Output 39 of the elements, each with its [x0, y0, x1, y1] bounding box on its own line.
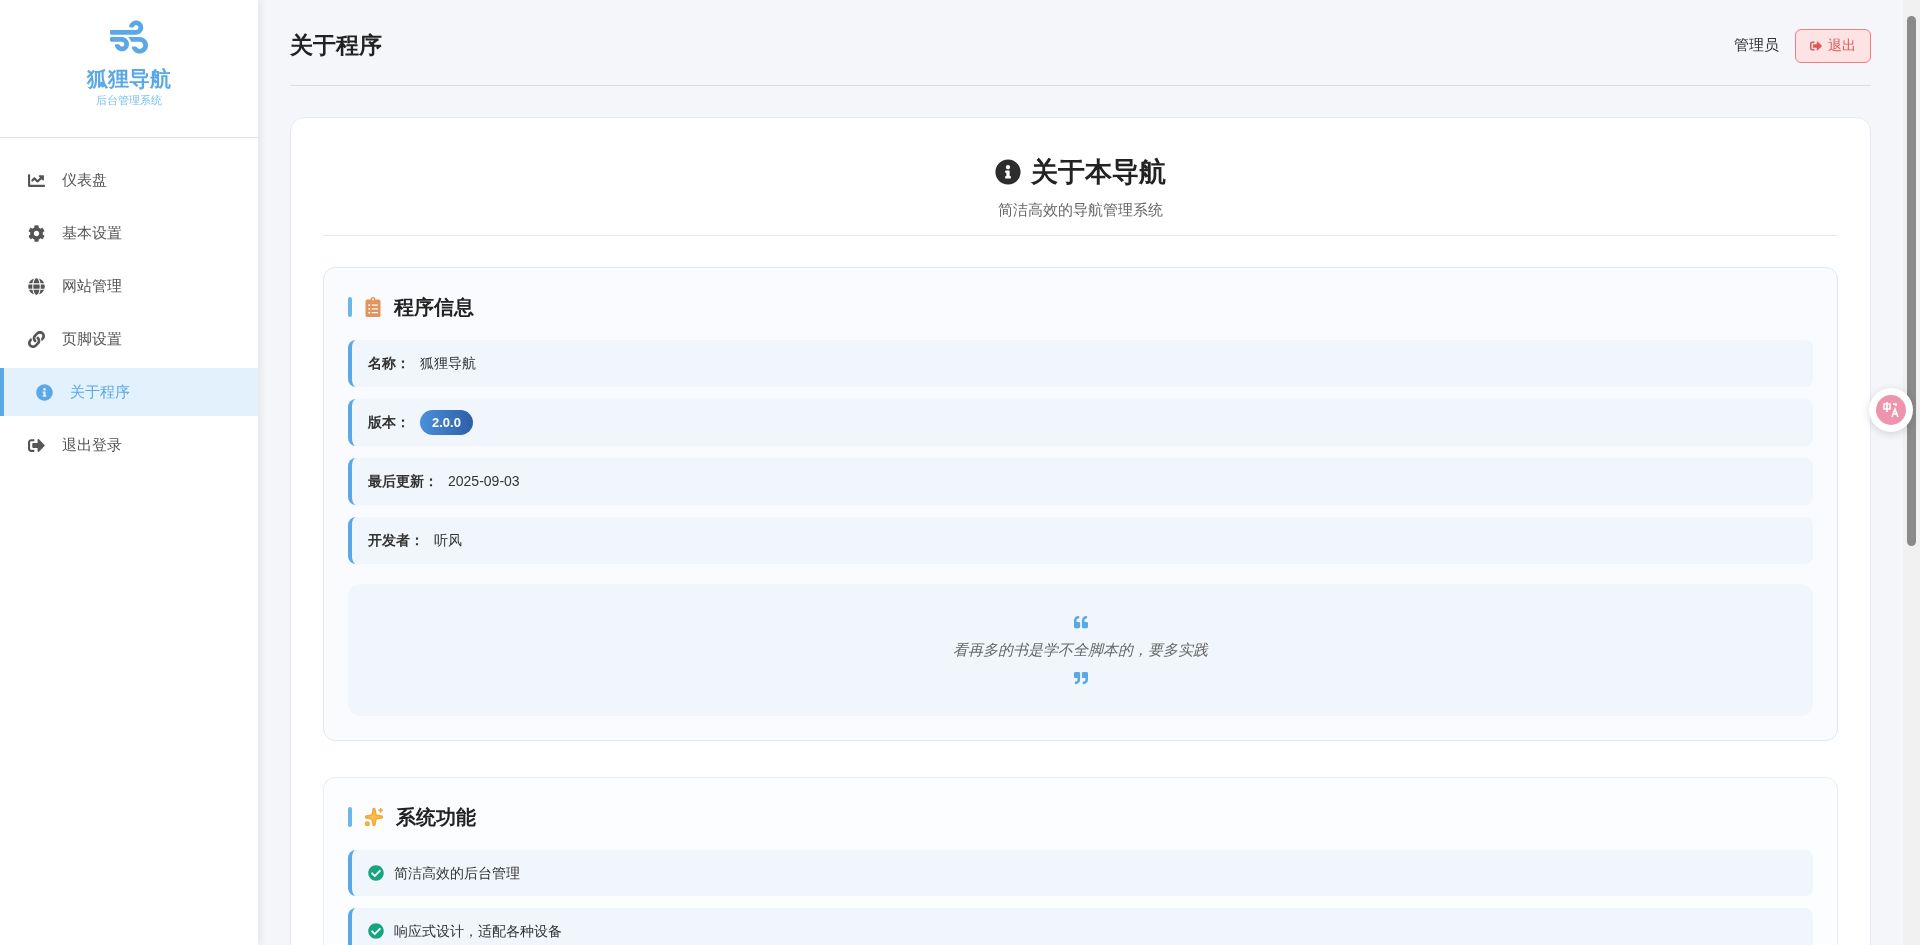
wind-logo-icon	[110, 18, 148, 56]
info-value: 2025-09-03	[448, 472, 520, 491]
quote-close-icon	[1073, 671, 1088, 686]
brand-subtitle: 后台管理系统	[96, 93, 162, 109]
info-icon	[995, 159, 1021, 186]
info-label: 名称：	[368, 354, 410, 373]
line-chart-icon	[28, 171, 45, 189]
about-title: 关于本导航	[1031, 156, 1166, 189]
gear-icon	[28, 224, 45, 242]
globe-icon	[28, 277, 45, 295]
nav-item[interactable]: 退出登录	[0, 421, 258, 469]
clipboard-icon	[364, 297, 382, 317]
brand-name: 狐狸导航	[87, 66, 171, 92]
nav-item[interactable]: 网站管理	[0, 262, 258, 310]
about-subtitle: 简洁高效的导航管理系统	[998, 199, 1163, 220]
page-title: 关于程序	[290, 31, 382, 61]
sparkles-icon	[364, 807, 384, 827]
nav-item[interactable]: 页脚设置	[0, 315, 258, 363]
logout-icon	[1810, 39, 1822, 52]
section-title: 程序信息	[394, 295, 474, 320]
info-icon	[36, 383, 53, 401]
feature-text: 简洁高效的后台管理	[394, 863, 520, 883]
feature-text: 响应式设计，适配各种设备	[394, 921, 562, 941]
logout-icon	[28, 436, 45, 454]
info-label: 版本：	[368, 413, 410, 432]
quote-open-icon	[1073, 614, 1088, 629]
info-label: 开发者：	[368, 531, 424, 550]
section-title: 系统功能	[396, 805, 476, 830]
nav-item[interactable]: 仪表盘	[0, 156, 258, 204]
info-value: 听风	[434, 531, 462, 550]
info-value: 狐狸导航	[420, 354, 476, 373]
link-icon	[28, 330, 45, 348]
quote-text: 看再多的书是学不全脚本的，要多实践	[953, 639, 1208, 660]
nav-item[interactable]: 基本设置	[0, 209, 258, 257]
info-label: 最后更新：	[368, 472, 438, 491]
user-name: 管理员	[1734, 35, 1779, 56]
translate-icon	[1876, 395, 1906, 425]
version-badge: 2.0.0	[420, 409, 473, 436]
scrollbar[interactable]	[1903, 0, 1920, 945]
